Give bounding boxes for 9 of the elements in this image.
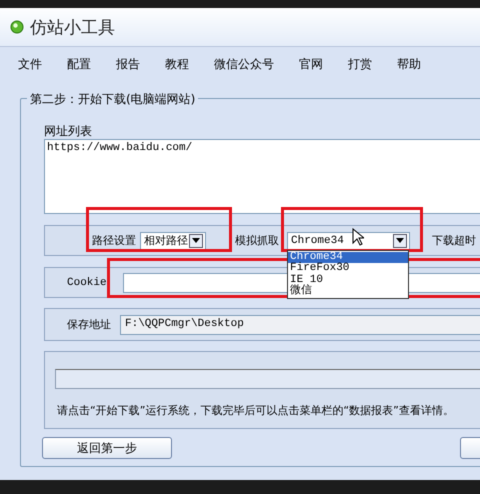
agent-label: 模拟抓取: [235, 233, 279, 248]
window-title: 仿站小工具: [30, 16, 115, 38]
path-label: 路径设置: [92, 233, 136, 248]
save-label: 保存地址: [67, 317, 111, 332]
timeout-label: 下载超时: [432, 233, 476, 248]
group-title: 第二步：开始下载(电脑端网站): [27, 91, 198, 108]
hint-message: 请点击“开始下载”运行系统，下载完毕后可以点击菜单栏的“数据报表”查看详情。: [57, 403, 455, 418]
url-list-label: 网址列表: [44, 123, 93, 139]
cookie-label: Cookie: [67, 276, 108, 288]
